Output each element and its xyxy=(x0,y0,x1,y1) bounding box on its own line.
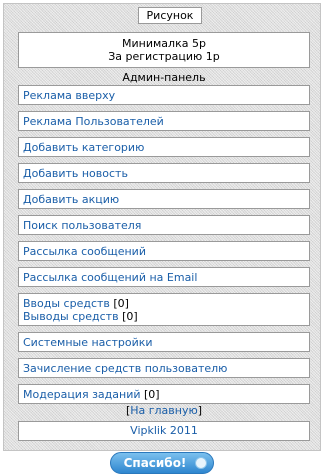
price-info-box: Минималка 5р За регистрацию 1р xyxy=(18,32,310,68)
menu-item-add-promo: Добавить акцию xyxy=(18,189,310,209)
page-title: Рисунок xyxy=(138,7,202,24)
menu-item-add-category: Добавить категорию xyxy=(18,137,310,157)
moderation-count: [0] xyxy=(144,388,160,401)
top-ads-link[interactable]: Реклама вверху xyxy=(23,89,115,102)
menu-item-mailing: Рассылка сообщений xyxy=(18,241,310,261)
registration-bonus-text: За регистрацию 1р xyxy=(108,50,220,63)
menu-item-top-ads: Реклама вверху xyxy=(18,85,310,105)
withdrawals-row: Выводы средств [0] xyxy=(23,310,309,323)
min-payout-text: Минималка 5р xyxy=(122,37,206,50)
bracket-close: ] xyxy=(197,404,203,417)
system-settings-link[interactable]: Системные настройки xyxy=(23,336,153,349)
admin-panel-title: Админ-панель xyxy=(122,71,206,84)
add-promo-link[interactable]: Добавить акцию xyxy=(23,193,119,206)
menu-item-email-mailing: Рассылка сообщений на Email xyxy=(18,267,310,287)
withdrawals-count: [0] xyxy=(122,310,138,323)
add-category-link[interactable]: Добавить категорию xyxy=(23,141,144,154)
back-home-row: [На главную] xyxy=(18,404,310,418)
deposits-link[interactable]: Вводы средств xyxy=(23,297,110,310)
credit-user-link[interactable]: Зачисление средств пользователю xyxy=(23,362,227,375)
user-ads-link[interactable]: Реклама Пользователей xyxy=(23,115,164,128)
page-frame: Рисунок Минималка 5р За регистрацию 1р А… xyxy=(3,3,321,451)
deposits-count: [0] xyxy=(113,297,129,310)
menu-item-user-ads: Реклама Пользователей xyxy=(18,111,310,131)
menu-item-add-news: Добавить новость xyxy=(18,163,310,183)
menu-item-funds: Вводы средств [0] Выводы средств [0] xyxy=(18,293,310,326)
user-search-link[interactable]: Поиск пользователя xyxy=(23,219,141,232)
menu-item-user-search: Поиск пользователя xyxy=(18,215,310,235)
footer-site-link[interactable]: Vipklik 2011 xyxy=(130,424,198,437)
footer-box: Vipklik 2011 xyxy=(18,421,310,441)
menu-item-task-moderation: Модерация заданий [0] xyxy=(18,384,310,404)
email-mailing-link[interactable]: Рассылка сообщений на Email xyxy=(23,271,197,284)
menu-item-credit-user: Зачисление средств пользователю xyxy=(18,358,310,378)
add-news-link[interactable]: Добавить новость xyxy=(23,167,128,180)
mailing-link[interactable]: Рассылка сообщений xyxy=(23,245,146,258)
thanks-button[interactable]: Спасибо! xyxy=(110,452,214,474)
home-link[interactable]: На главную xyxy=(130,404,198,417)
menu-item-system-settings: Системные настройки xyxy=(18,332,310,352)
deposits-row: Вводы средств [0] xyxy=(23,297,309,310)
task-moderation-link[interactable]: Модерация заданий xyxy=(23,388,141,401)
withdrawals-link[interactable]: Выводы средств xyxy=(23,310,119,323)
globe-icon xyxy=(195,457,207,469)
